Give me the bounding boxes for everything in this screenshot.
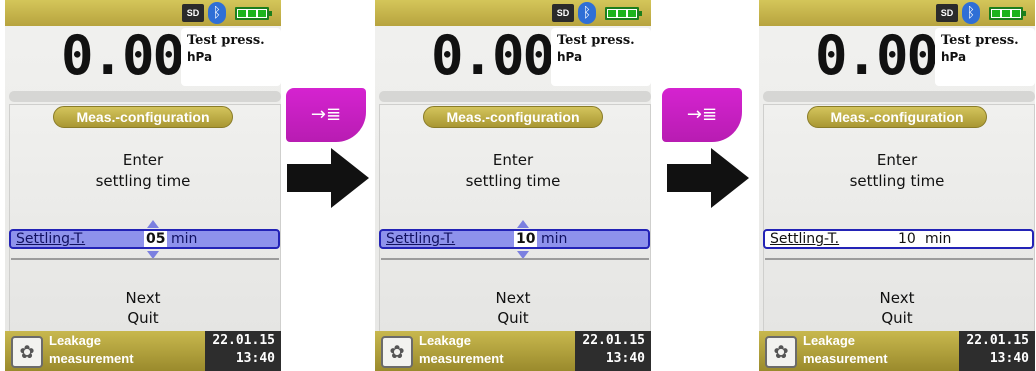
field-value[interactable]: 05 xyxy=(144,231,168,247)
value-unit: hPa xyxy=(557,50,583,64)
prompt-line-1: Enter xyxy=(492,151,534,169)
field-unit: min xyxy=(541,231,568,247)
confirm-key-button[interactable]: →≣ xyxy=(662,88,742,142)
prompt-line-2: settling time xyxy=(465,172,561,190)
field-label: Settling-T. xyxy=(770,231,840,247)
next-step-arrow-icon xyxy=(667,148,749,208)
prompt-line-1: Enter xyxy=(876,151,918,169)
confirm-key-button[interactable]: →≣ xyxy=(286,88,366,142)
device-screen-step-2: SD ᛒ 0.00 Test press. hPa Meas.-configur… xyxy=(375,0,651,371)
sd-card-icon: SD xyxy=(552,4,574,22)
value-label-box: Test press. hPa xyxy=(181,28,281,86)
divider xyxy=(381,258,649,260)
confirm-arrow-icon: →≣ xyxy=(686,104,718,125)
divider xyxy=(11,258,279,260)
status-bar: SD ᛒ xyxy=(375,0,651,26)
separator-bar xyxy=(763,91,1035,102)
increment-arrow-icon[interactable] xyxy=(517,220,529,228)
menu-item-quit[interactable]: Quit xyxy=(759,309,1035,327)
value-unit: hPa xyxy=(187,50,213,64)
value-label-box: Test press. hPa xyxy=(551,28,651,86)
time-label: 13:40 xyxy=(235,351,275,366)
leakage-icon: ✿ xyxy=(381,336,413,368)
increment-arrow-icon[interactable] xyxy=(147,220,159,228)
menu-item-next[interactable]: Next xyxy=(759,289,1035,307)
bluetooth-icon: ᛒ xyxy=(578,2,596,24)
battery-icon xyxy=(235,7,272,20)
bluetooth-icon: ᛒ xyxy=(208,2,226,24)
footer-line-2: measurement xyxy=(803,351,888,366)
divider xyxy=(765,258,1033,260)
settling-time-field[interactable]: Settling-T. 05 min xyxy=(9,229,280,249)
prompt-line-2: settling time xyxy=(95,172,191,190)
date-label: 22.01.15 xyxy=(212,333,275,348)
date-label: 22.01.15 xyxy=(966,333,1029,348)
menu-item-quit[interactable]: Quit xyxy=(375,309,651,327)
device-screen-step-1: SD ᛒ 0.00 Test press. hPa Meas.-configur… xyxy=(5,0,281,371)
battery-icon xyxy=(605,7,642,20)
field-value[interactable]: 10 xyxy=(898,231,916,247)
prompt-line-2: settling time xyxy=(849,172,945,190)
measured-value: 0.00 xyxy=(815,24,939,87)
footer-line-1: Leakage xyxy=(49,333,102,348)
settling-time-field[interactable]: Settling-T. 10 min xyxy=(763,229,1034,249)
time-label: 13:40 xyxy=(605,351,645,366)
next-step-arrow-icon xyxy=(287,148,369,208)
field-label: Settling-T. xyxy=(386,231,456,247)
footer-line-1: Leakage xyxy=(419,333,472,348)
bluetooth-icon: ᛒ xyxy=(962,2,980,24)
leakage-icon: ✿ xyxy=(11,336,43,368)
settling-time-field[interactable]: Settling-T. 10 min xyxy=(379,229,650,249)
measured-value: 0.00 xyxy=(431,24,555,87)
value-label: Test press. xyxy=(941,33,1019,48)
prompt-line-1: Enter xyxy=(122,151,164,169)
field-label: Settling-T. xyxy=(16,231,86,247)
footer-line-2: measurement xyxy=(419,351,504,366)
device-screen-step-3: SD ᛒ 0.00 Test press. hPa Meas.-configur… xyxy=(759,0,1035,371)
panel-header: Meas.-configuration xyxy=(807,106,987,128)
field-unit: min xyxy=(925,231,952,247)
value-label: Test press. xyxy=(187,33,265,48)
sd-card-icon: SD xyxy=(182,4,204,22)
battery-icon xyxy=(989,7,1026,20)
separator-bar xyxy=(379,91,651,102)
footer-line-2: measurement xyxy=(49,351,134,366)
field-value[interactable]: 10 xyxy=(514,231,538,247)
time-label: 13:40 xyxy=(989,351,1029,366)
value-label: Test press. xyxy=(557,33,635,48)
menu-item-next[interactable]: Next xyxy=(5,289,281,307)
menu-item-next[interactable]: Next xyxy=(375,289,651,307)
sd-card-icon: SD xyxy=(936,4,958,22)
value-label-box: Test press. hPa xyxy=(935,28,1035,86)
confirm-arrow-icon: →≣ xyxy=(310,104,342,125)
measured-value: 0.00 xyxy=(61,24,185,87)
value-unit: hPa xyxy=(941,50,967,64)
menu-item-quit[interactable]: Quit xyxy=(5,309,281,327)
date-label: 22.01.15 xyxy=(582,333,645,348)
separator-bar xyxy=(9,91,281,102)
status-bar: SD ᛒ xyxy=(759,0,1035,26)
panel-header: Meas.-configuration xyxy=(423,106,603,128)
field-unit: min xyxy=(171,231,198,247)
panel-header: Meas.-configuration xyxy=(53,106,233,128)
leakage-icon: ✿ xyxy=(765,336,797,368)
status-bar: SD ᛒ xyxy=(5,0,281,26)
footer-line-1: Leakage xyxy=(803,333,856,348)
